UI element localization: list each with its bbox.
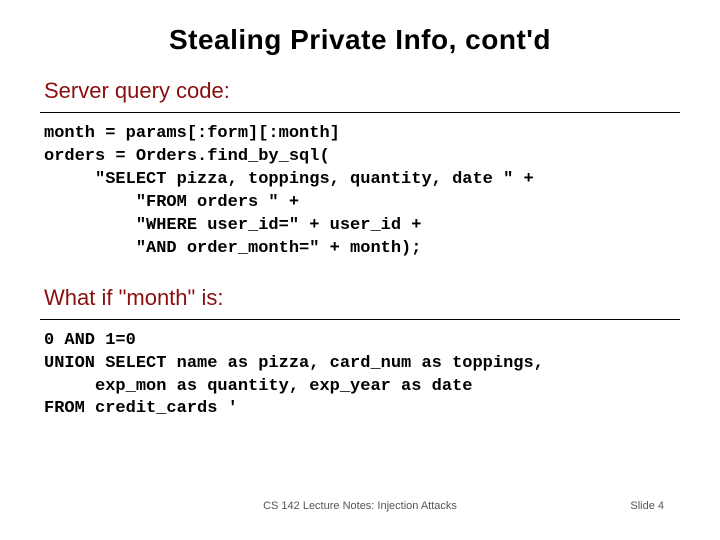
slide-title: Stealing Private Info, cont'd bbox=[40, 24, 680, 56]
section-heading-what-if: What if "month" is: bbox=[44, 285, 680, 311]
slide-footer: CS 142 Lecture Notes: Injection Attacks … bbox=[0, 500, 720, 512]
section-heading-server-code: Server query code: bbox=[44, 78, 680, 104]
footer-center: CS 142 Lecture Notes: Injection Attacks bbox=[0, 500, 720, 512]
separator bbox=[40, 319, 680, 320]
code-block-injection-payload: 0 AND 1=0 UNION SELECT name as pizza, ca… bbox=[44, 330, 680, 422]
separator bbox=[40, 112, 680, 113]
slide: Stealing Private Info, cont'd Server que… bbox=[0, 0, 720, 540]
code-block-server-query: month = params[:form][:month] orders = O… bbox=[44, 123, 680, 261]
